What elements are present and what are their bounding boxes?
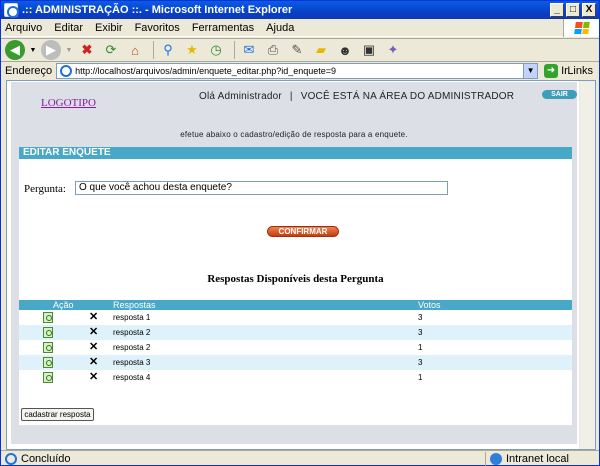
stop-icon[interactable]: ✖ bbox=[77, 40, 97, 60]
answer-votes: 3 bbox=[418, 313, 423, 322]
answer-name: resposta 1 bbox=[113, 313, 151, 322]
windows-logo-icon bbox=[563, 19, 599, 37]
greeting-text: Olá Administrador bbox=[199, 91, 282, 102]
delete-answer-icon[interactable]: ✕ bbox=[89, 310, 98, 325]
menu-bar: Arquivo Editar Exibir Favoritos Ferramen… bbox=[1, 19, 599, 37]
messenger-icon[interactable]: ☻ bbox=[335, 40, 355, 60]
table-row: ✕ resposta 2 1 bbox=[19, 340, 572, 355]
section-header: EDITAR ENQUETE bbox=[19, 147, 572, 159]
col-action: Ação bbox=[53, 300, 74, 310]
answer-name: resposta 2 bbox=[113, 328, 151, 337]
edit-icon[interactable]: ✎ bbox=[287, 40, 307, 60]
edit-answer-icon[interactable] bbox=[43, 357, 53, 368]
address-label: Endereço bbox=[5, 64, 53, 77]
zone-text: Intranet local bbox=[506, 453, 569, 465]
header-greeting: Olá Administrador | VOCÊ ESTÁ NA ÁREA DO A… bbox=[199, 91, 514, 102]
add-answer-button[interactable]: cadastrar resposta bbox=[21, 408, 94, 421]
history-icon[interactable]: ◷ bbox=[206, 40, 226, 60]
instruction-text: efetue abaixo o cadastro/edição de respo… bbox=[180, 130, 408, 139]
answers-title: Respostas Disponíveis desta Pergunta bbox=[207, 273, 384, 285]
col-votes: Votos bbox=[418, 300, 441, 310]
search-icon[interactable]: ⚲ bbox=[158, 40, 178, 60]
logo-link[interactable]: LOGOTIPO bbox=[41, 97, 96, 109]
menu-exibir[interactable]: Exibir bbox=[95, 22, 123, 34]
links-button[interactable]: Links bbox=[567, 65, 593, 77]
answer-votes: 3 bbox=[418, 358, 423, 367]
favorites-icon[interactable]: ★ bbox=[182, 40, 202, 60]
table-row: ✕ resposta 4 1 bbox=[19, 370, 572, 385]
home-icon[interactable]: ⌂ bbox=[125, 40, 145, 60]
delete-answer-icon[interactable]: ✕ bbox=[89, 340, 98, 355]
col-answers: Respostas bbox=[113, 300, 156, 310]
delete-answer-icon[interactable]: ✕ bbox=[89, 325, 98, 340]
print-icon[interactable]: ⎙ bbox=[263, 40, 283, 60]
intranet-icon bbox=[490, 453, 502, 465]
address-bar: Endereço http://localhost/arquivos/admin… bbox=[1, 62, 599, 79]
refresh-icon[interactable]: ⟳ bbox=[101, 40, 121, 60]
address-input[interactable]: http://localhost/arquivos/admin/enquete_… bbox=[56, 62, 539, 79]
menu-arquivo[interactable]: Arquivo bbox=[5, 22, 42, 34]
status-bar: Concluído Intranet local bbox=[1, 450, 599, 466]
forward-icon[interactable]: ▶ bbox=[41, 40, 61, 60]
logout-button[interactable]: SAIR bbox=[542, 90, 577, 99]
table-row: ✕ resposta 1 3 bbox=[19, 310, 572, 325]
window-title: .:: ADMINISTRAÇÃO ::. - Microsoft Intern… bbox=[22, 4, 293, 16]
mail-icon[interactable]: ✉ bbox=[239, 40, 259, 60]
toolbar-separator bbox=[153, 41, 154, 59]
edit-answer-icon[interactable] bbox=[43, 312, 53, 323]
toolbar-separator bbox=[234, 41, 235, 59]
answer-name: resposta 3 bbox=[113, 358, 151, 367]
menu-favoritos[interactable]: Favoritos bbox=[135, 22, 180, 34]
answers-table: Ação Respostas Votos ✕ resposta 1 3 ✕ re… bbox=[19, 300, 572, 385]
window-controls: _ □ X bbox=[550, 3, 596, 17]
toolbar: ◀ ▼ ▶ ▼ ✖ ⟳ ⌂ ⚲ ★ ◷ ✉ ⎙ ✎ ▰ ☻ ▣ ✦ bbox=[1, 38, 599, 62]
table-header: Ação Respostas Votos bbox=[19, 300, 572, 310]
status-text: Concluído bbox=[21, 452, 71, 465]
status-left: Concluído bbox=[1, 452, 481, 465]
menu-ferramentas[interactable]: Ferramentas bbox=[192, 22, 254, 34]
admin-page: LOGOTIPO Olá Administrador | VOCÊ ESTÁ NA … bbox=[11, 82, 577, 444]
research-icon[interactable]: ▣ bbox=[359, 40, 379, 60]
security-zone: Intranet local bbox=[485, 452, 595, 466]
edit-answer-icon[interactable] bbox=[43, 327, 53, 338]
answer-votes: 3 bbox=[418, 328, 423, 337]
vertical-scrollbar[interactable] bbox=[579, 81, 595, 449]
ie-icon bbox=[4, 3, 19, 18]
question-input[interactable]: O que você achou desta enquete? bbox=[75, 181, 448, 195]
menu-ajuda[interactable]: Ajuda bbox=[266, 22, 294, 34]
answer-votes: 1 bbox=[418, 343, 423, 352]
close-button[interactable]: X bbox=[582, 3, 596, 17]
delete-answer-icon[interactable]: ✕ bbox=[89, 355, 98, 370]
address-dropdown-icon[interactable]: ▼ bbox=[523, 63, 538, 78]
edit-answer-icon[interactable] bbox=[43, 372, 53, 383]
maximize-button[interactable]: □ bbox=[566, 3, 580, 17]
back-icon[interactable]: ◀ bbox=[5, 40, 25, 60]
go-arrow-icon: ➜ bbox=[544, 63, 559, 78]
tools-icon[interactable]: ✦ bbox=[383, 40, 403, 60]
page-done-icon bbox=[5, 452, 17, 465]
area-text: VOCÊ ESTÁ NA ÁREA DO ADMINISTRADOR bbox=[300, 91, 515, 102]
answer-name: resposta 4 bbox=[113, 373, 151, 382]
edit-answer-icon[interactable] bbox=[43, 342, 53, 353]
folder-icon[interactable]: ▰ bbox=[311, 40, 331, 60]
go-button[interactable]: ➜ Ir bbox=[544, 63, 568, 78]
page-icon bbox=[60, 64, 73, 77]
delete-answer-icon[interactable]: ✕ bbox=[89, 370, 98, 385]
back-dropdown-icon[interactable]: ▼ bbox=[29, 40, 37, 60]
header-separator: | bbox=[289, 91, 293, 102]
browser-window: .:: ADMINISTRAÇÃO ::. - Microsoft Intern… bbox=[0, 0, 600, 466]
table-row: ✕ resposta 2 3 bbox=[19, 325, 572, 340]
question-label: Pergunta: bbox=[24, 183, 66, 195]
answer-name: resposta 2 bbox=[113, 343, 151, 352]
address-url[interactable]: http://localhost/arquivos/admin/enquete_… bbox=[75, 66, 336, 76]
answer-votes: 1 bbox=[418, 373, 423, 382]
title-bar: .:: ADMINISTRAÇÃO ::. - Microsoft Intern… bbox=[1, 1, 599, 19]
forward-dropdown-icon[interactable]: ▼ bbox=[65, 40, 73, 60]
page-viewport: LOGOTIPO Olá Administrador | VOCÊ ESTÁ NA … bbox=[6, 80, 596, 450]
minimize-button[interactable]: _ bbox=[550, 3, 564, 17]
menu-editar[interactable]: Editar bbox=[54, 22, 83, 34]
confirm-button[interactable]: CONFIRMAR bbox=[267, 226, 339, 237]
edit-poll-panel: Pergunta: O que você achou desta enquete… bbox=[19, 159, 572, 425]
table-row: ✕ resposta 3 3 bbox=[19, 355, 572, 370]
